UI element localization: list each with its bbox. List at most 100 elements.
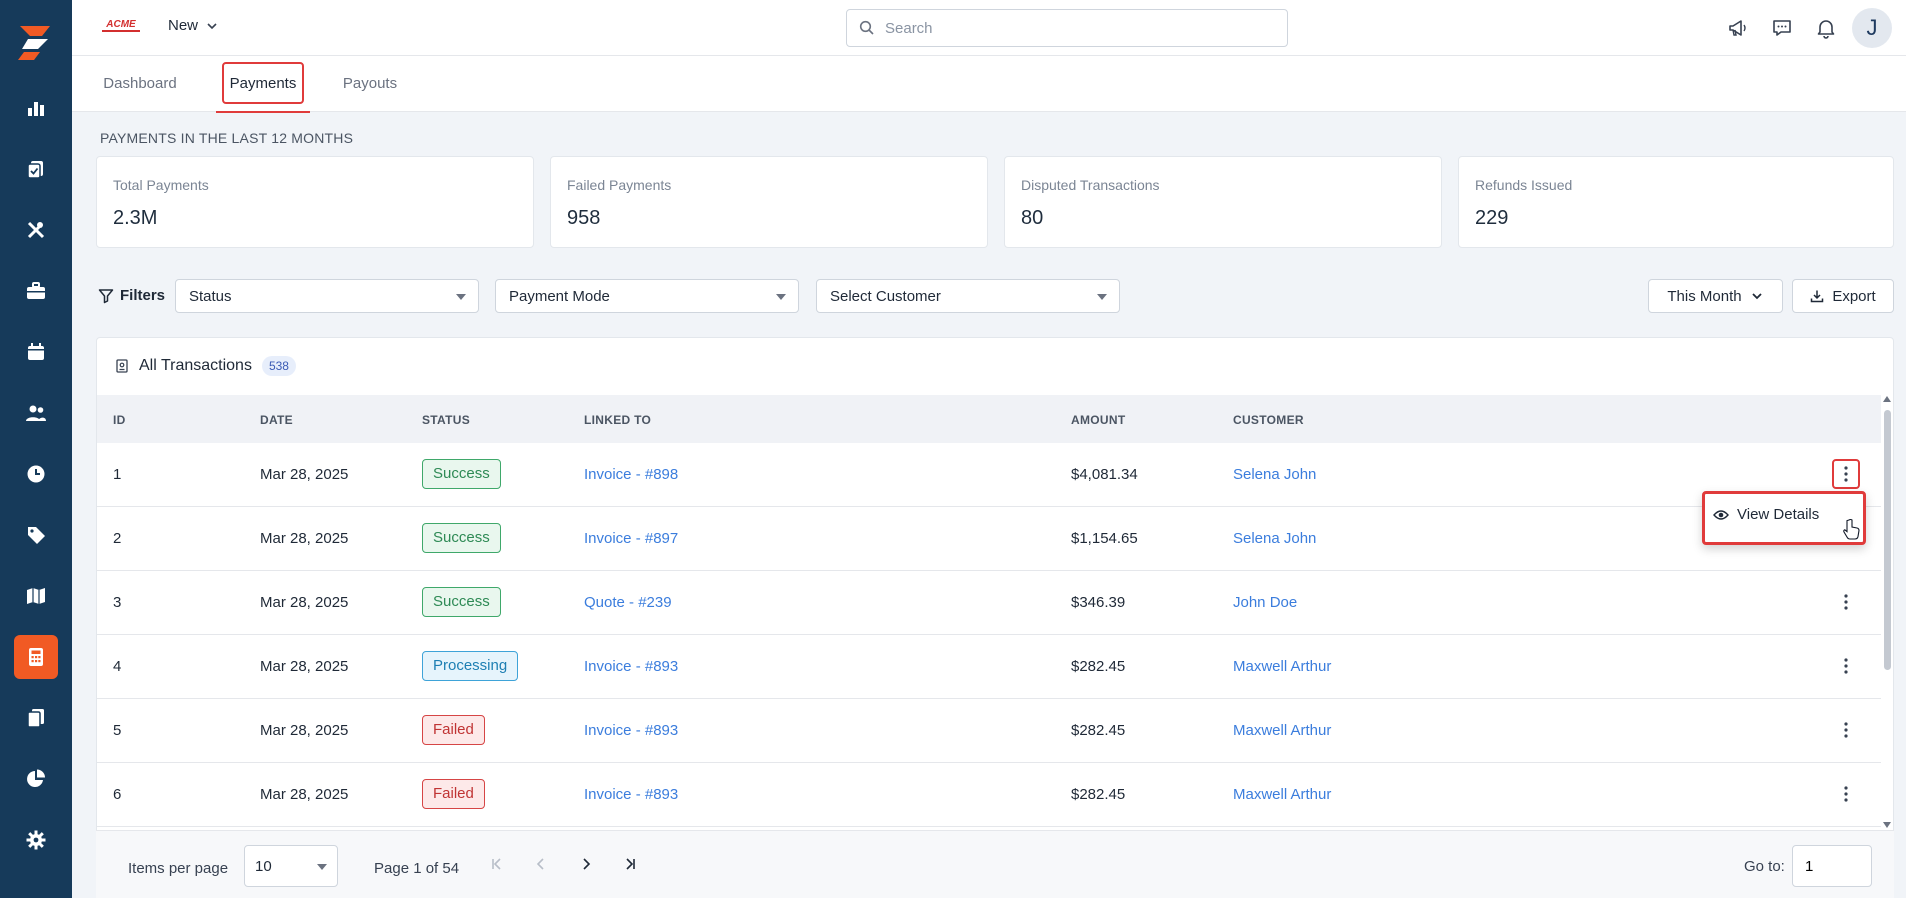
summary-section-title: PAYMENTS IN THE LAST 12 MONTHS bbox=[100, 130, 354, 146]
next-page-button[interactable] bbox=[573, 851, 599, 877]
user-avatar[interactable]: J bbox=[1852, 8, 1892, 48]
customer-select[interactable]: Select Customer bbox=[816, 279, 1120, 313]
cell-date: Mar 28, 2025 bbox=[260, 658, 349, 675]
row-actions-button[interactable] bbox=[1832, 779, 1860, 809]
sidebar-item-calendar[interactable] bbox=[14, 330, 58, 374]
scrollbar-thumb[interactable] bbox=[1884, 410, 1891, 670]
table-header: ID DATE STATUS LINKED TO AMOUNT CUSTOMER bbox=[97, 395, 1881, 443]
cell-linked-link[interactable]: Quote - #239 bbox=[584, 594, 672, 611]
scroll-down-arrow-icon[interactable] bbox=[1883, 822, 1891, 828]
export-button[interactable]: Export bbox=[1792, 279, 1894, 313]
payment-mode-select-value: Payment Mode bbox=[509, 287, 610, 305]
stat-label: Disputed Transactions bbox=[1021, 177, 1160, 193]
column-header-id[interactable]: ID bbox=[113, 413, 126, 427]
date-range-dropdown[interactable]: This Month bbox=[1648, 279, 1783, 313]
sidebar-item-tasks[interactable] bbox=[14, 147, 58, 191]
column-header-status[interactable]: STATUS bbox=[422, 413, 470, 427]
tab-dashboard[interactable]: Dashboard bbox=[102, 56, 178, 112]
items-per-page-select[interactable]: 10 bbox=[244, 845, 338, 887]
cell-customer-link[interactable]: Maxwell Arthur bbox=[1233, 658, 1331, 675]
sidebar-item-pricebook[interactable] bbox=[14, 513, 58, 557]
cell-linked-link[interactable]: Invoice - #893 bbox=[584, 722, 678, 739]
sidebar-item-map[interactable] bbox=[14, 574, 58, 618]
pie-chart-icon bbox=[27, 769, 45, 787]
sidebar-item-jobs[interactable] bbox=[14, 269, 58, 313]
caret-down-icon bbox=[317, 864, 327, 870]
messages-button[interactable] bbox=[1768, 14, 1796, 42]
cell-date: Mar 28, 2025 bbox=[260, 530, 349, 547]
items-per-page-value: 10 bbox=[255, 858, 272, 875]
table-scrollbar[interactable] bbox=[1882, 394, 1892, 830]
row-actions-button[interactable] bbox=[1832, 651, 1860, 681]
caret-down-icon bbox=[776, 294, 786, 300]
cell-customer-link[interactable]: Maxwell Arthur bbox=[1233, 722, 1331, 739]
previous-page-button[interactable] bbox=[528, 851, 554, 877]
kebab-menu-icon bbox=[1844, 658, 1848, 674]
sidebar-item-customers[interactable] bbox=[14, 391, 58, 435]
cell-linked-link[interactable]: Invoice - #893 bbox=[584, 786, 678, 803]
cell-amount: $4,081.34 bbox=[1071, 466, 1138, 483]
sidebar-item-reports[interactable] bbox=[14, 86, 58, 130]
cell-linked-link[interactable]: Invoice - #893 bbox=[584, 658, 678, 675]
eye-icon bbox=[1713, 509, 1729, 520]
column-header-amount[interactable]: AMOUNT bbox=[1071, 413, 1125, 427]
new-dropdown-button[interactable]: New bbox=[168, 17, 218, 34]
row-actions-button[interactable] bbox=[1832, 587, 1860, 617]
pagination-bar: Items per page 10 Page 1 of 54 Go to: bbox=[96, 830, 1894, 898]
transactions-panel: All Transactions 538 ID DATE STATUS LINK… bbox=[96, 337, 1894, 898]
payment-mode-select[interactable]: Payment Mode bbox=[495, 279, 799, 313]
chevron-down-icon bbox=[1751, 293, 1762, 300]
goto-page-input[interactable] bbox=[1792, 845, 1872, 887]
stat-label: Total Payments bbox=[113, 177, 209, 193]
column-header-customer[interactable]: CUSTOMER bbox=[1233, 413, 1304, 427]
tab-payments[interactable]: Payments bbox=[216, 56, 310, 113]
cell-date: Mar 28, 2025 bbox=[260, 594, 349, 611]
cell-amount: $282.45 bbox=[1071, 658, 1126, 675]
cell-linked-link[interactable]: Invoice - #897 bbox=[584, 530, 678, 547]
status-badge: Success bbox=[422, 459, 501, 489]
row-actions-button[interactable] bbox=[1832, 459, 1860, 489]
briefcase-icon bbox=[27, 282, 45, 299]
transactions-header: All Transactions 538 bbox=[115, 356, 296, 376]
company-logo[interactable]: ACME bbox=[100, 18, 142, 34]
cell-linked-link[interactable]: Invoice - #898 bbox=[584, 466, 678, 483]
announcements-button[interactable] bbox=[1724, 14, 1752, 42]
tab-payouts[interactable]: Payouts bbox=[340, 56, 400, 112]
cell-customer-link[interactable]: John Doe bbox=[1233, 594, 1297, 611]
column-header-date[interactable]: DATE bbox=[260, 413, 293, 427]
kebab-menu-icon bbox=[1844, 786, 1848, 802]
status-badge: Failed bbox=[422, 715, 485, 745]
cell-customer-link[interactable]: Maxwell Arthur bbox=[1233, 786, 1331, 803]
last-page-button[interactable] bbox=[617, 851, 643, 877]
status-select[interactable]: Status bbox=[175, 279, 479, 313]
stat-value: 80 bbox=[1021, 207, 1044, 229]
hand-cursor-icon bbox=[1843, 518, 1860, 540]
app-logo-icon[interactable] bbox=[14, 18, 58, 62]
notifications-button[interactable] bbox=[1812, 14, 1840, 42]
goto-label: Go to: bbox=[1744, 858, 1785, 875]
scroll-up-arrow-icon[interactable] bbox=[1883, 396, 1891, 402]
sidebar-item-payments[interactable] bbox=[14, 635, 58, 679]
cell-amount: $282.45 bbox=[1071, 722, 1126, 739]
sidebar-item-analytics[interactable] bbox=[14, 757, 58, 801]
table-row: 3 Mar 28, 2025 Success Quote - #239 $346… bbox=[97, 571, 1881, 635]
download-icon bbox=[1811, 290, 1824, 303]
cell-id: 5 bbox=[113, 722, 122, 739]
sidebar-item-settings[interactable] bbox=[14, 818, 58, 862]
cell-customer-link[interactable]: Selena John bbox=[1233, 466, 1316, 483]
map-icon bbox=[27, 588, 45, 604]
table-row: 2 Mar 28, 2025 Success Invoice - #897 $1… bbox=[97, 507, 1881, 571]
table-row: 5 Mar 28, 2025 Failed Invoice - #893 $28… bbox=[97, 699, 1881, 763]
view-details-menu-item[interactable]: View Details bbox=[1713, 506, 1819, 523]
search-input[interactable] bbox=[885, 19, 1265, 37]
sidebar-item-services[interactable] bbox=[14, 208, 58, 252]
sidebar-item-timesheets[interactable] bbox=[14, 452, 58, 496]
first-page-button[interactable] bbox=[484, 851, 510, 877]
stat-card-disputed-transactions: Disputed Transactions 80 bbox=[1004, 156, 1442, 248]
calculator-icon bbox=[29, 648, 43, 666]
cell-customer-link[interactable]: Selena John bbox=[1233, 530, 1316, 547]
bell-icon bbox=[1817, 20, 1835, 39]
sidebar-item-documents[interactable] bbox=[14, 696, 58, 740]
column-header-linked-to[interactable]: LINKED TO bbox=[584, 413, 651, 427]
row-actions-button[interactable] bbox=[1832, 715, 1860, 745]
